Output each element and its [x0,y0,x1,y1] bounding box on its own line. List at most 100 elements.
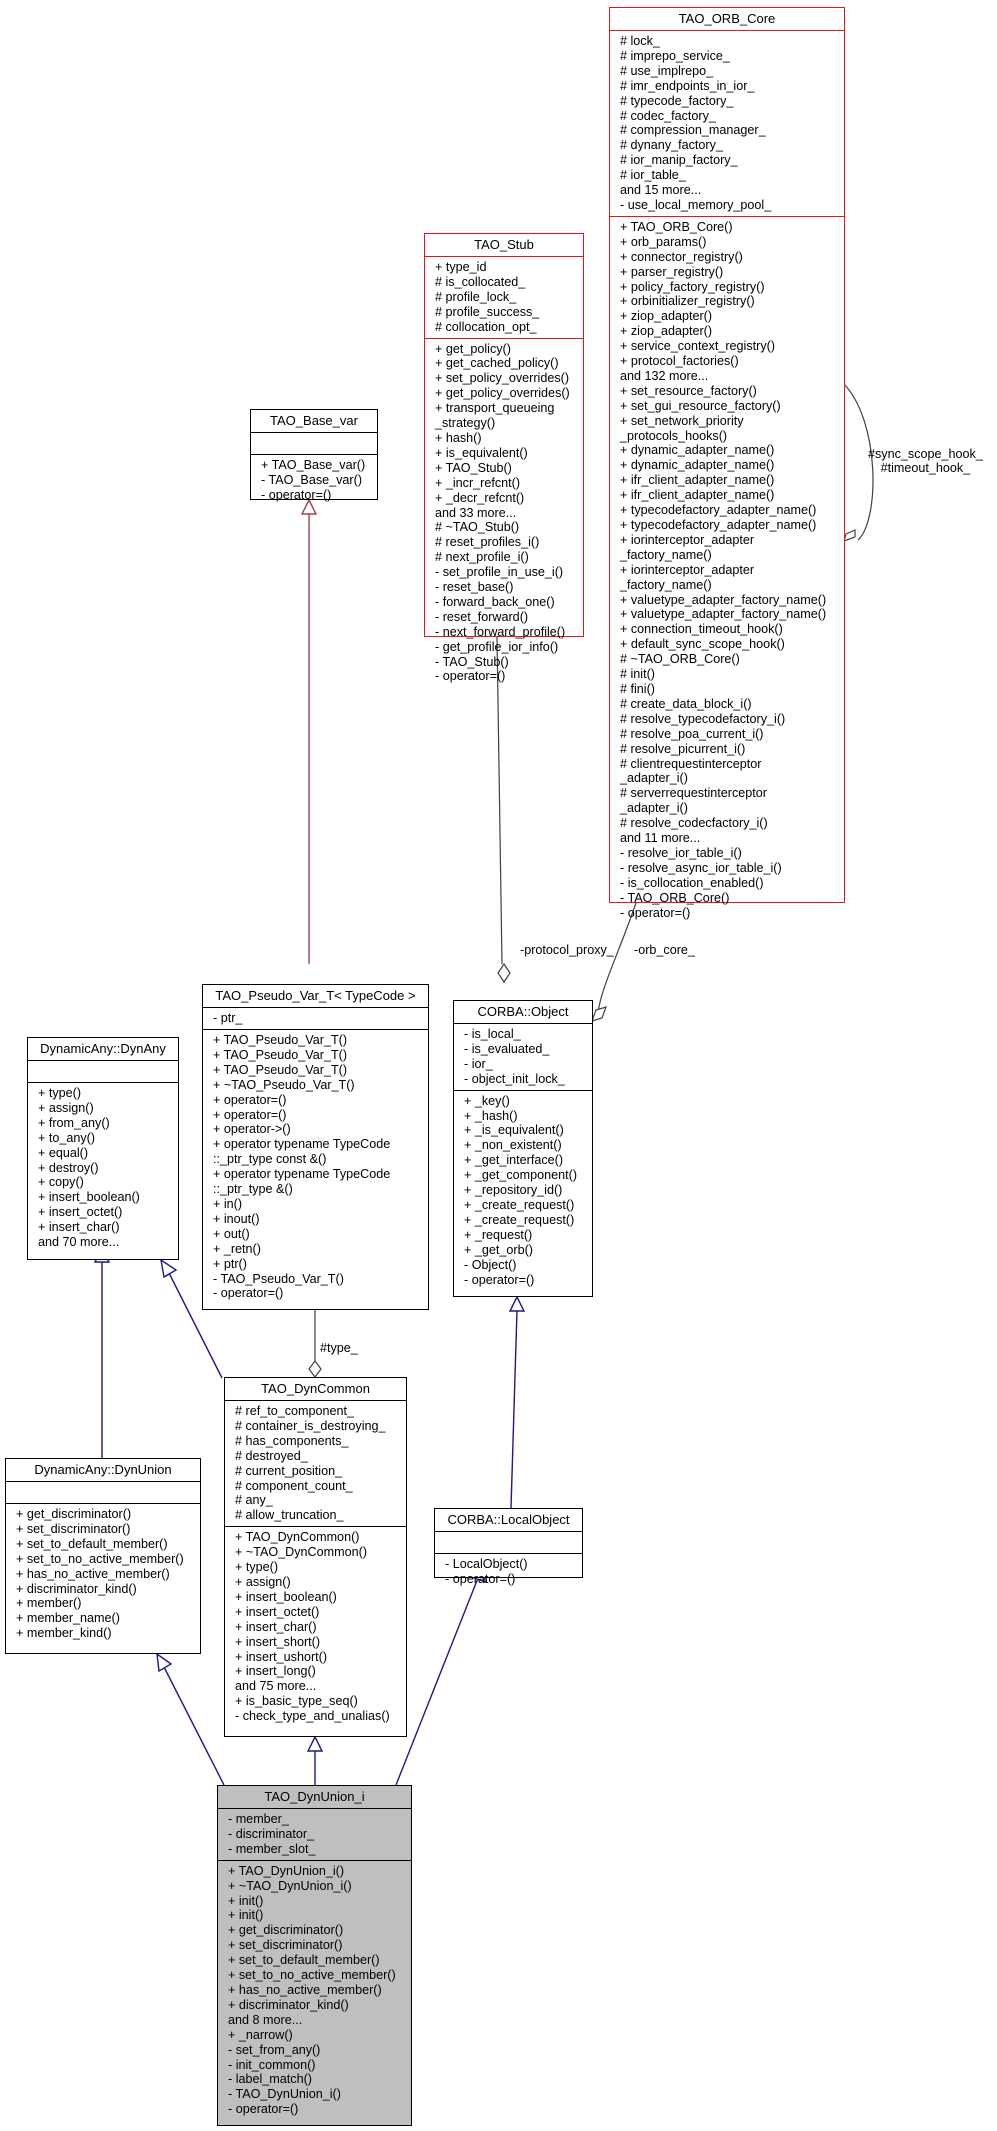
class-method: + ~TAO_Pseudo_Var_T() [213,1077,355,1092]
inheritance-arrowhead [160,1258,178,1279]
class-attribute: and 15 more... [620,183,702,198]
class-tao-dyncommon[interactable]: TAO_DynCommon # ref_to_component_ # contai… [224,1377,407,1737]
class-tao-pseudo-var-t[interactable]: TAO_Pseudo_Var_T< TypeCode > - ptr_ + TAO_… [202,984,429,1310]
class-method: + set_discriminator() [228,1938,343,1953]
class-tao-stub[interactable]: TAO_Stub + type_id # is_collocated_ # profi… [424,233,584,683]
class-name: DynamicAny::DynAny [40,1041,166,1056]
edge-dynunion-i-to-localobject [395,1577,479,1786]
class-attribute: # use_implrepo_ [620,63,714,78]
class-attribute: # ior_table_ [620,168,686,183]
class-method: # resolve_picurrent_i() [620,741,746,756]
class-method: + ~TAO_DynUnion_i() [228,1878,352,1893]
class-attributes-section: # ref_to_component_ # container_is_destro… [225,1400,406,1526]
class-attributes-section: + type_id # is_collocated_ # profile_lock_… [425,256,583,338]
class-method: + transport_queueing [435,401,555,416]
class-method: + TAO_DynUnion_i() [228,1863,345,1878]
class-attributes-section: - member_ - discriminator_ - member_slot_ [218,1808,411,1860]
class-method: + out() [213,1226,250,1241]
class-tao-base-var[interactable]: TAO_Base_var + TAO_Base_var() - TAO_Base_v… [250,409,378,502]
class-method: - next_forward_profile() [435,624,566,639]
class-method: + operator=() [213,1092,287,1107]
class-method: + set_network_priority [620,413,744,428]
class-method: + operator=() [213,1107,287,1122]
class-method: - get_profile_ior_info() [435,639,559,654]
class-method: - set_profile_in_use_i() [435,565,564,580]
class-method: + _retn() [213,1241,261,1256]
edge-dynunion-i-to-dynunion [163,1666,225,1786]
class-method: _adapter_i() [620,801,688,816]
class-method: + init() [228,1908,264,1923]
class-method: + insert_ushort() [235,1649,328,1664]
class-method: + get_discriminator() [228,1923,344,1938]
class-tao-dynunion-i[interactable]: TAO_DynUnion_i - member_ - discriminator_ -… [217,1785,412,2126]
aggregation-diamond [591,1006,607,1022]
class-method: - operator=() [435,669,506,684]
class-method: + orbinitializer_registry() [620,294,755,309]
class-method: + insert_octet() [235,1604,320,1619]
class-method: - TAO_DynUnion_i() [228,2087,341,2102]
aggregation-diamond [497,962,511,984]
class-method: # init() [620,667,655,682]
class-method: + insert_short() [235,1634,321,1649]
class-method: and 33 more... [435,505,517,520]
class-method: and 132 more... [620,368,709,383]
class-method: _factory_name() [620,547,712,562]
class-corba-localobject[interactable]: CORBA::LocalObject - LocalObject() - opera… [434,1508,583,1586]
class-method: - forward_back_one() [435,594,555,609]
class-attributes-section [251,432,377,454]
class-method: # reset_profiles_i() [435,535,540,550]
class-attribute: - ior_ [464,1056,493,1071]
class-method: + policy_factory_registry() [620,279,765,294]
class-corba-object[interactable]: CORBA::Object - is_local_ - is_evaluated_ -… [453,1000,593,1297]
class-method: and 70 more... [38,1235,120,1250]
class-method: + ziop_adapter() [620,324,713,339]
class-attribute: # any_ [235,1493,273,1508]
class-method: + insert_boolean() [38,1190,140,1205]
class-attribute: # imprepo_service_ [620,48,730,63]
class-method: + dynamic_adapter_name() [620,443,775,458]
class-method: + member() [16,1596,82,1611]
class-method: - TAO_ORB_Core() [620,890,730,905]
class-attribute: # is_collocated_ [435,274,526,289]
class-methods-section: + _key() + _hash() + _is_equivalent() + _no… [454,1089,592,1291]
class-method: + valuetype_adapter_factory_name() [620,592,827,607]
class-method: + _create_request() [464,1212,575,1227]
class-tao-orb-core[interactable]: TAO_ORB_Core # lock_ # imprepo_service_ # u… [609,7,845,920]
class-method: - Object() [464,1257,517,1272]
inheritance-arrowhead [306,1735,324,1752]
class-method: + iorinterceptor_adapter [620,532,755,547]
class-method: ::_ptr_type &() [213,1182,293,1197]
class-method: _strategy() [435,416,496,431]
class-method: + _hash() [464,1108,518,1123]
edge-label-orb-core: -orb_core_ [634,943,695,957]
class-method: + hash() [435,430,482,445]
class-method: # resolve_poa_current_i() [620,726,764,741]
class-method: + TAO_Base_var() [261,458,366,472]
class-attribute: # ior_manip_factory_ [620,153,738,168]
class-method: - set_from_any() [228,2042,321,2057]
class-method: + typecodefactory_adapter_name() [620,503,817,518]
class-dynamicany-dynany[interactable]: DynamicAny::DynAny+ type() + assign() + fr… [27,1037,179,1260]
class-method: - operator=() [228,2102,299,2117]
class-method: + connection_timeout_hook() [620,622,783,637]
class-method: - init_common() [228,2057,316,2072]
class-method: # serverrequestinterceptor [620,786,767,801]
class-method: - LocalObject() [445,1557,528,1571]
class-methods-section: + type() + assign() + from_any() + to_any()… [28,1082,178,1253]
class-method: + _get_interface() [464,1153,564,1168]
class-attribute: # typecode_factory_ [620,93,734,108]
class-method: + type() [38,1086,82,1100]
class-method: + init() [228,1893,264,1908]
class-methods-section: + TAO_DynCommon() + ~TAO_DynCommon() + typ… [225,1526,406,1727]
class-method: and 75 more... [235,1679,317,1694]
class-attributes-section [28,1060,178,1082]
class-name: TAO_Pseudo_Var_T< TypeCode > [215,988,416,1003]
class-method: + assign() [235,1574,291,1589]
class-method: + operator->() [213,1122,291,1137]
class-attribute: - discriminator_ [228,1826,315,1841]
class-attribute: # container_is_destroying_ [235,1418,386,1433]
class-method: - operator=() [445,1571,516,1586]
class-attribute: - ptr_ [213,1011,243,1025]
class-dynamicany-dynunion[interactable]: DynamicAny::DynUnion + get_discriminator(… [5,1458,201,1654]
class-method: - TAO_Pseudo_Var_T() [213,1271,344,1286]
